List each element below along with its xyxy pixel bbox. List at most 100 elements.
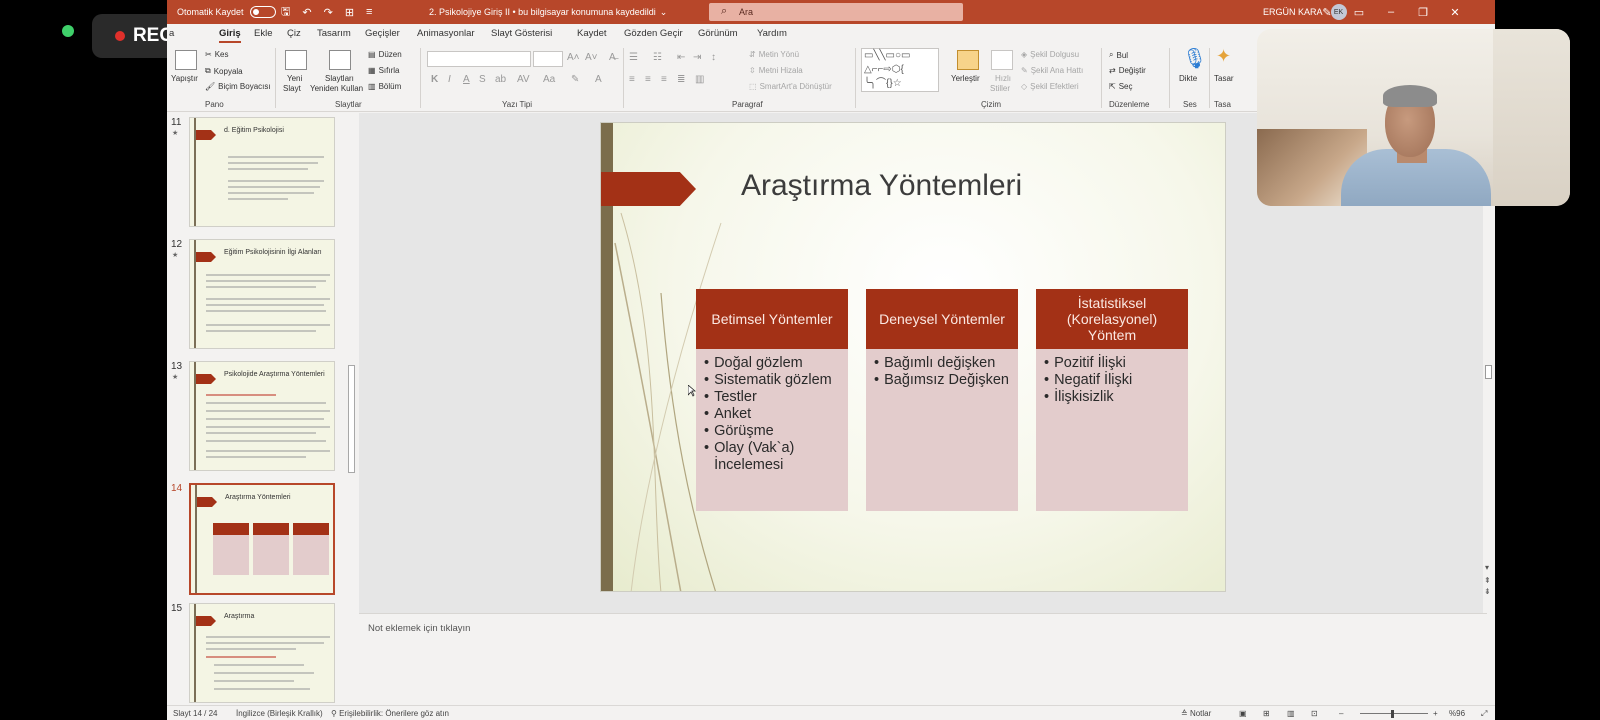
tab-animasyonlar[interactable]: Animasyonlar bbox=[417, 28, 475, 39]
replace-button[interactable]: ⇄ Değiştir bbox=[1109, 66, 1146, 75]
normal-view-icon[interactable]: ▣ bbox=[1239, 709, 1247, 718]
italic-icon[interactable]: I bbox=[448, 74, 451, 85]
case-icon[interactable]: Aa bbox=[543, 74, 555, 85]
increase-font-icon[interactable]: A˄ bbox=[567, 52, 580, 63]
tab-tasarim[interactable]: Tasarım bbox=[317, 28, 351, 39]
column-deneysel[interactable]: Deneysel Yöntemler • Bağımlı değişken • Ba… bbox=[866, 289, 1018, 511]
slide-thumbnail-13[interactable]: Psikolojide Araştırma Yöntemleri bbox=[189, 361, 335, 471]
search-input[interactable]: ⌕ Ara bbox=[709, 3, 963, 21]
indent-decrease-icon[interactable]: ⇤ bbox=[677, 52, 685, 63]
save-icon[interactable]: 🖫 bbox=[281, 3, 290, 22]
tab-gorunum[interactable]: Görünüm bbox=[698, 28, 738, 39]
text-direction-button[interactable]: ⇵ Metin Yönü bbox=[749, 50, 799, 59]
tab-yardim[interactable]: Yardım bbox=[757, 28, 787, 39]
language-status[interactable]: İngilizce (Birleşik Krallık) bbox=[236, 709, 323, 718]
microphone-icon[interactable]: 🎙 bbox=[1182, 46, 1207, 71]
shape-fill-button[interactable]: ◈ Şekil Dolgusu bbox=[1021, 50, 1079, 59]
strikethrough-icon[interactable]: ab bbox=[495, 74, 506, 85]
font-name-dropdown[interactable] bbox=[427, 51, 531, 67]
tab-gecisler[interactable]: Geçişler bbox=[365, 28, 400, 39]
arrange-button[interactable]: Yerleştir bbox=[951, 74, 980, 83]
zoom-slider-knob[interactable] bbox=[1391, 710, 1394, 718]
slide-thumbnail-11[interactable]: d. Eğitim Psikolojisi bbox=[189, 117, 335, 227]
reading-view-icon[interactable]: ▥ bbox=[1287, 709, 1295, 718]
tab-ekle[interactable]: Ekle bbox=[254, 28, 272, 39]
section-button[interactable]: ▥ Bölüm bbox=[368, 82, 401, 91]
spacing-icon[interactable]: AV bbox=[517, 74, 530, 85]
align-center-icon[interactable]: ≡ bbox=[645, 74, 651, 85]
reuse-slides-icon[interactable] bbox=[329, 50, 351, 70]
align-right-icon[interactable]: ≡ bbox=[661, 74, 667, 85]
slide-sorter-icon[interactable]: ⊞ bbox=[1263, 709, 1270, 718]
reuse-slides-label-2[interactable]: Yeniden Kullan bbox=[310, 84, 363, 93]
dictate-button[interactable]: Dikte bbox=[1179, 74, 1197, 83]
bullets-icon[interactable]: ☰ bbox=[629, 52, 638, 63]
quick-styles-label-2[interactable]: Stiller bbox=[990, 84, 1010, 93]
font-size-dropdown[interactable] bbox=[533, 51, 563, 67]
close-button[interactable]: ✕ bbox=[1439, 6, 1471, 19]
pen-icon[interactable]: ✎ bbox=[1311, 6, 1343, 19]
zoom-out-button[interactable]: – bbox=[1339, 709, 1343, 718]
columns-icon[interactable]: ▥ bbox=[695, 74, 704, 85]
autosave[interactable]: Otomatik Kaydet bbox=[177, 0, 276, 24]
line-spacing-icon[interactable]: ↕ bbox=[711, 52, 716, 63]
tab-giris[interactable]: Giriş bbox=[219, 28, 241, 43]
clear-format-icon[interactable]: A̶ bbox=[609, 52, 616, 63]
select-button[interactable]: ⇱ Seç bbox=[1109, 82, 1133, 91]
document-title[interactable]: 2. Psikolojiye Giriş II • bu bilgisayar … bbox=[429, 0, 667, 24]
decrease-font-icon[interactable]: A˅ bbox=[585, 52, 598, 63]
format-painter-button[interactable]: 🖌 Biçim Boyacısı bbox=[205, 82, 271, 91]
copy-button[interactable]: ⧉ Kopyala bbox=[205, 66, 243, 76]
minimize-button[interactable]: – bbox=[1375, 6, 1407, 18]
align-text-button[interactable]: ⇳ Metni Hizala bbox=[749, 66, 803, 75]
cut-button[interactable]: ✂ Kes bbox=[205, 50, 229, 59]
new-slide-label-1[interactable]: Yeni bbox=[287, 74, 302, 83]
scroll-down-icon[interactable]: ▾ bbox=[1485, 563, 1489, 572]
numbering-icon[interactable]: ☷ bbox=[653, 52, 662, 63]
shape-effects-button[interactable]: ◇ Şekil Efektleri bbox=[1021, 82, 1079, 91]
underline-icon[interactable]: A bbox=[463, 74, 470, 85]
paste-icon[interactable] bbox=[175, 50, 197, 70]
zoom-level[interactable]: %96 bbox=[1449, 709, 1465, 718]
slide-thumbnail-12[interactable]: Eğitim Psikolojisinin İlgi Alanları bbox=[189, 239, 335, 349]
customize-qat-icon[interactable]: ≡ bbox=[366, 6, 372, 18]
accessibility-status[interactable]: ⚲ Erişilebilirlik: Önerilere göz atın bbox=[331, 709, 449, 718]
designer-icon[interactable]: ✦ bbox=[1216, 46, 1231, 67]
restore-button[interactable]: ❐ bbox=[1407, 6, 1439, 19]
tab-ciz[interactable]: Çiz bbox=[287, 28, 301, 39]
quick-styles-icon[interactable] bbox=[991, 50, 1013, 70]
arrange-icon[interactable] bbox=[957, 50, 979, 70]
quick-styles-label-1[interactable]: Hızlı bbox=[995, 74, 1011, 83]
reuse-slides-label-1[interactable]: Slaytları bbox=[325, 74, 354, 83]
find-button[interactable]: ⌕ Bul bbox=[1109, 50, 1128, 60]
bold-icon[interactable]: K bbox=[431, 74, 438, 85]
undo-icon[interactable]: ↶ bbox=[302, 6, 311, 19]
ribbon-display-icon[interactable]: ▭ bbox=[1343, 6, 1375, 19]
slideshow-icon[interactable]: ⊡ bbox=[1311, 709, 1318, 718]
shadow-icon[interactable]: S bbox=[479, 74, 486, 85]
fit-to-window-icon[interactable]: ⤢ bbox=[1481, 709, 1487, 719]
new-slide-label-2[interactable]: Slayt bbox=[283, 84, 301, 93]
autosave-toggle[interactable] bbox=[249, 6, 276, 18]
previous-slide-icon[interactable]: ⇞ bbox=[1484, 576, 1491, 585]
layout-button[interactable]: ▤ Düzen bbox=[368, 50, 402, 59]
current-slide[interactable]: Araştırma Yöntemleri Betimsel Yöntemler … bbox=[600, 122, 1226, 592]
slide-title[interactable]: Araştırma Yöntemleri bbox=[741, 169, 1022, 203]
scroll-thumb[interactable] bbox=[348, 365, 355, 473]
column-istatistiksel[interactable]: İstatistiksel (Korelasyonel) Yöntem • Poz… bbox=[1036, 289, 1188, 511]
tab-gozden-gecir[interactable]: Gözden Geçir bbox=[624, 28, 683, 39]
redo-icon[interactable]: ↷ bbox=[324, 6, 333, 19]
notes-pane[interactable]: Not eklemek için tıklayın bbox=[359, 613, 1487, 705]
slide-thumbnail-15[interactable]: Araştırma bbox=[189, 603, 335, 703]
present-icon[interactable]: ⊞ bbox=[345, 6, 354, 19]
shapes-gallery[interactable]: ▭╲╲▭○▭ △⌐⌐⇨⬡{╰╮⌒{}☆ bbox=[861, 48, 939, 92]
shape-outline-button[interactable]: ✎ Şekil Ana Hattı bbox=[1021, 66, 1083, 75]
paste-button[interactable]: Yapıştır bbox=[171, 74, 198, 83]
tab-kaydet[interactable]: Kaydet bbox=[577, 28, 607, 39]
zoom-in-button[interactable]: + bbox=[1433, 709, 1438, 718]
column-betimsel[interactable]: Betimsel Yöntemler • Doğal gözlem • Sistem… bbox=[696, 289, 848, 511]
zoom-slider[interactable] bbox=[1360, 713, 1428, 714]
scroll-thumb[interactable] bbox=[1485, 365, 1492, 379]
font-color-icon[interactable]: A bbox=[595, 74, 602, 85]
next-slide-icon[interactable]: ⇟ bbox=[1484, 587, 1491, 596]
